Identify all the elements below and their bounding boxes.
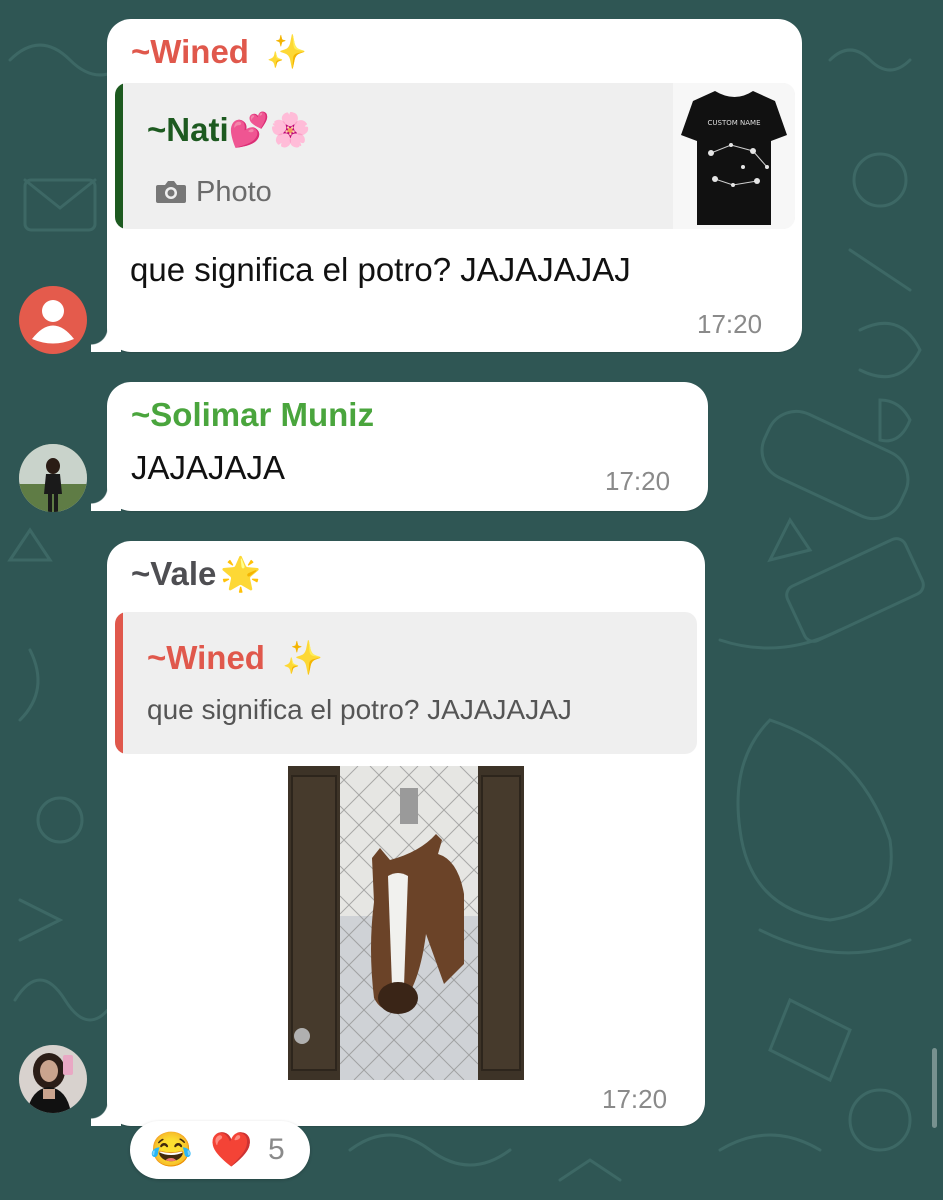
message-text: que significa el potro? JAJAJAJAJ bbox=[130, 251, 631, 288]
avatar-solimar[interactable] bbox=[19, 444, 87, 512]
avatar-photo bbox=[19, 444, 87, 512]
quote-accent-bar bbox=[115, 612, 123, 754]
sparkles-icon: ✨ bbox=[282, 639, 324, 676]
reply-quote[interactable]: ~Wined ✨ que significa el potro? JAJAJAJ… bbox=[115, 612, 697, 754]
quote-photo-thumbnail: CUSTOM NAME bbox=[673, 83, 795, 229]
quote-sender-name: ~Wined ✨ bbox=[147, 639, 324, 676]
message-text: JAJAJAJA bbox=[131, 449, 286, 486]
sender-name[interactable]: ~Wined ✨ bbox=[131, 33, 307, 72]
message-image-horse[interactable] bbox=[288, 766, 524, 1080]
reaction-count: 5 bbox=[268, 1133, 285, 1166]
message-bubble-solimar[interactable]: ~Solimar Muniz JAJAJAJA 17:20 bbox=[91, 382, 708, 511]
quote-text: que significa el potro? JAJAJAJAJ bbox=[147, 694, 572, 725]
message-time: 17:20 bbox=[605, 466, 671, 496]
laughing-emoji-icon[interactable]: 😂 bbox=[150, 1133, 192, 1167]
message-time: 17:20 bbox=[697, 309, 763, 339]
reactions-pill[interactable]: 😂 ❤️ 5 bbox=[130, 1121, 310, 1179]
sender-name[interactable]: ~Vale 🌟 bbox=[131, 555, 261, 594]
reply-quote[interactable]: ~Nati💕🌸 Photo CUSTOM NAME bbox=[115, 83, 795, 229]
quote-photo-label: Photo bbox=[196, 176, 272, 208]
sender-name[interactable]: ~Solimar Muniz bbox=[131, 396, 374, 434]
quote-sender-name: ~Nati💕🌸 bbox=[147, 111, 311, 148]
message-bubble-wined[interactable]: ~Wined ✨ ~Nati💕🌸 Photo CUSTOM NAME que s… bbox=[91, 19, 802, 352]
tshirt-print-text: CUSTOM NAME bbox=[708, 119, 761, 127]
scrollbar[interactable] bbox=[932, 1048, 937, 1128]
camera-icon bbox=[156, 181, 186, 203]
message-bubble-vale[interactable]: ~Vale 🌟 ~Wined ✨ que significa el potro? … bbox=[91, 541, 705, 1126]
star-icon: 🌟 bbox=[220, 555, 262, 592]
heart-emoji-icon[interactable]: ❤️ bbox=[210, 1133, 252, 1167]
avatar-photo bbox=[19, 1045, 87, 1113]
sparkles-icon: ✨ bbox=[266, 33, 308, 70]
default-person-icon bbox=[32, 300, 74, 344]
avatar-vale[interactable] bbox=[19, 1045, 87, 1113]
avatar-wined[interactable] bbox=[19, 286, 87, 354]
message-time: 17:20 bbox=[602, 1084, 668, 1114]
quote-accent-bar bbox=[115, 83, 123, 229]
hearts-flower-icon: 💕🌸 bbox=[228, 111, 311, 148]
